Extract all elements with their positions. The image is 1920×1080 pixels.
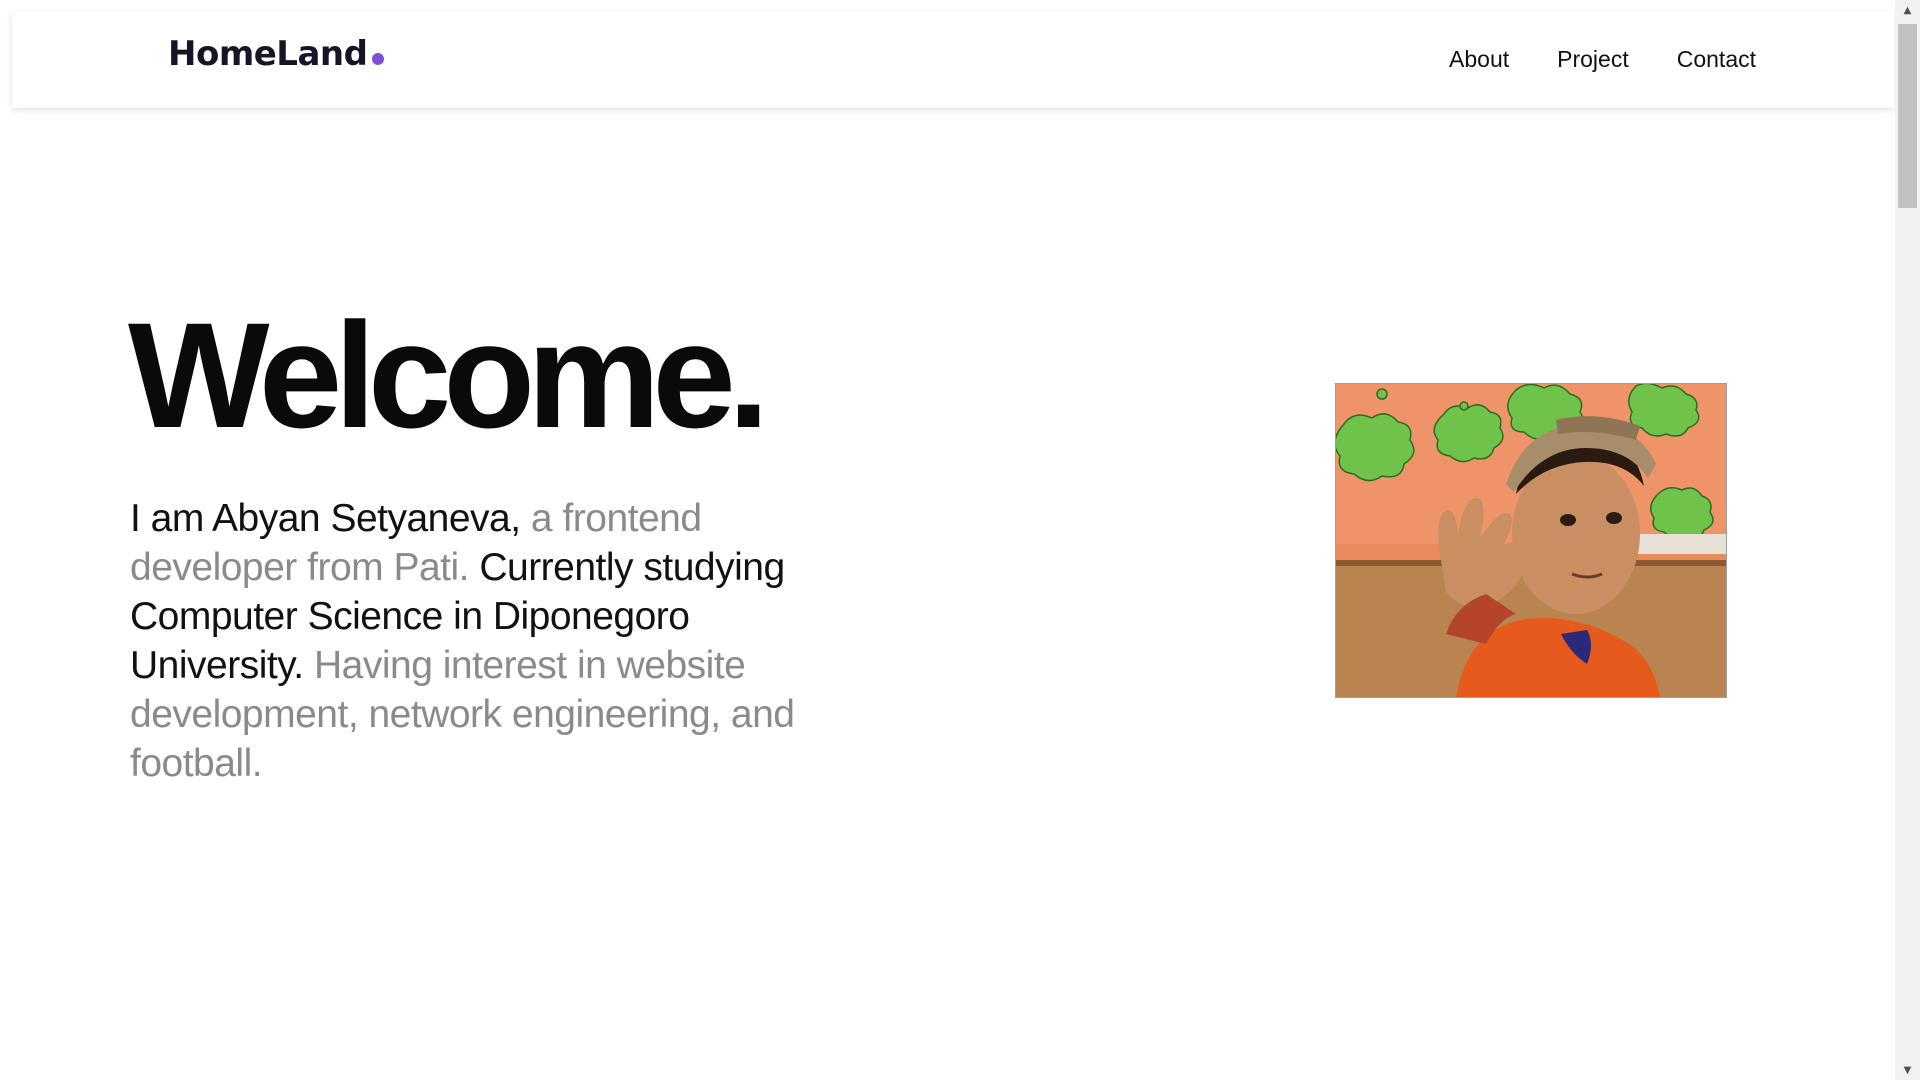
scroll-down-arrow-icon[interactable]: ▼ [1895,1060,1920,1080]
page: HomeLand About Project Contact Welcome. … [0,0,1920,1080]
hero-title: Welcome. [128,291,769,459]
scroll-thumb[interactable] [1898,24,1917,208]
intro-segment: I am Abyan Setyaneva, [130,497,531,540]
nav-link-project[interactable]: Project [1557,46,1629,73]
profile-photo-illustration [1336,384,1726,697]
nav-link-contact[interactable]: Contact [1677,46,1756,73]
brand-logo[interactable]: HomeLand [168,34,385,74]
brand-name[interactable]: HomeLand [168,34,368,74]
nav-link-about[interactable]: About [1449,46,1509,73]
brand-dot [372,53,385,65]
navbar: HomeLand About Project Contact [12,12,1894,108]
scroll-up-arrow-icon[interactable]: ▲ [1895,0,1920,20]
hero-intro: I am Abyan Setyaneva, a frontend develop… [130,494,820,788]
nav-menu: About Project Contact [1449,46,1756,73]
profile-photo [1335,383,1727,698]
vertical-scrollbar[interactable]: ▲ ▼ [1895,0,1920,1080]
